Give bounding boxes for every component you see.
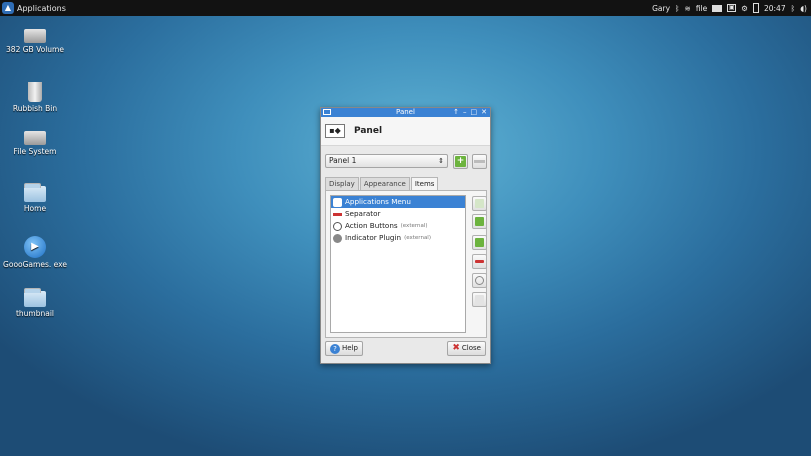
minus-icon (474, 160, 485, 163)
add-item-button[interactable] (472, 235, 487, 250)
wifi-icon[interactable]: ≋ (685, 4, 691, 13)
media-play-icon: ▶ (24, 236, 46, 258)
drive-icon (24, 131, 46, 145)
desktop-icon-label: Rubbish Bin (12, 104, 58, 113)
list-item[interactable]: Applications Menu (331, 196, 465, 208)
desktop-background: ▲ Applications Gary ᛒ ≋ file ▣ ⚙ 20:47 ᛒ… (0, 0, 811, 456)
add-panel-button[interactable]: + (453, 154, 468, 169)
panel-select[interactable]: Panel 1 ⇕ (325, 154, 448, 168)
desktop-icon-label: GoooGames. exe (3, 260, 67, 269)
wifi-label[interactable]: file (696, 4, 707, 13)
indicator-icon (333, 233, 342, 243)
dialog-footer: ? Help ✖ Close (321, 335, 490, 363)
list-item[interactable]: Separator (331, 208, 465, 220)
desktop-icon-rubbish-bin[interactable]: Rubbish Bin (3, 82, 67, 113)
panel-icon: ▪◆ (325, 124, 345, 138)
separator-icon (333, 212, 342, 216)
help-icon: ? (330, 343, 340, 354)
plus-icon: + (455, 156, 466, 167)
clock[interactable]: 20:47 (764, 4, 786, 13)
plus-icon (475, 238, 484, 247)
volume-icon[interactable]: ◖) (800, 4, 807, 13)
window-title: Panel (396, 108, 415, 116)
tab-items[interactable]: Items (410, 177, 439, 191)
folder-icon (24, 288, 46, 307)
info-icon (475, 295, 484, 304)
desktop-icon-label: File System (13, 147, 57, 156)
battery-icon[interactable] (752, 3, 759, 13)
dialog-header-title: Panel (354, 126, 383, 136)
settings-icon[interactable]: ⚙ (741, 4, 748, 13)
minimize-button[interactable]: – (463, 108, 467, 117)
items-list[interactable]: Applications Menu Separator Action Butto… (330, 195, 466, 333)
help-button[interactable]: ? Help (325, 341, 363, 356)
arrow-down-icon (475, 217, 484, 226)
top-panel: ▲ Applications Gary ᛒ ≋ file ▣ ⚙ 20:47 ᛒ… (0, 0, 811, 16)
maximize-button[interactable]: □ (471, 108, 478, 117)
dialog-header: ▪◆ Panel (321, 117, 490, 146)
applications-menu-label: Applications (17, 3, 66, 13)
desktop-icon-volume[interactable]: 382 GB Volume (3, 29, 67, 54)
desktop-icon-label: Home (23, 204, 47, 213)
power-icon (333, 221, 342, 231)
desktop-icon-home[interactable]: Home (3, 183, 67, 213)
desktop-icon-file-system[interactable]: File System (3, 131, 67, 156)
bluetooth-icon[interactable]: ᛒ (675, 4, 680, 13)
list-item[interactable]: Action Buttons (external) (331, 220, 465, 232)
item-properties-button[interactable] (472, 273, 487, 288)
minus-icon (475, 260, 484, 263)
close-icon: ✖ (452, 343, 460, 353)
desktop-icon-label: thumbnail (15, 309, 55, 318)
trash-icon (28, 82, 42, 102)
title-bar[interactable]: Panel ↑ – □ ✕ (321, 108, 490, 117)
home-folder-icon (24, 183, 46, 202)
bluetooth-icon[interactable]: ᛒ (791, 4, 796, 13)
mail-icon[interactable] (712, 4, 723, 12)
remove-item-button[interactable] (472, 254, 487, 269)
desktop-icon-thumbnail[interactable]: thumbnail (3, 288, 67, 318)
desktop-icon-label: 382 GB Volume (6, 45, 64, 54)
applications-menu-button[interactable]: ▲ Applications (2, 1, 66, 15)
applications-menu-icon (333, 197, 342, 207)
tab-appearance[interactable]: Appearance (359, 177, 410, 190)
move-down-button[interactable] (472, 214, 487, 229)
items-tab-panel: Applications Menu Separator Action Butto… (325, 190, 487, 338)
system-tray: Gary ᛒ ≋ file ▣ ⚙ 20:47 ᛒ ◖) (652, 0, 807, 16)
tab-bar: Display Appearance Items (325, 177, 439, 191)
panel-select-value: Panel 1 (329, 156, 357, 165)
pin-icon[interactable]: ↑ (453, 108, 459, 117)
panel-preferences-dialog: Panel ↑ – □ ✕ ▪◆ Panel Panel 1 ⇕ + Displ… (320, 107, 491, 364)
close-button[interactable]: ✖ Close (447, 341, 486, 356)
window-icon (323, 109, 331, 115)
desktop-icon-gooogames[interactable]: ▶ GoooGames. exe (3, 236, 67, 269)
drive-icon (24, 29, 46, 43)
item-about-button[interactable] (472, 292, 487, 307)
move-up-button[interactable] (472, 196, 487, 211)
tab-display[interactable]: Display (325, 177, 359, 190)
close-window-button[interactable]: ✕ (481, 108, 487, 117)
updown-arrow-icon: ⇕ (438, 157, 444, 165)
keyboard-icon[interactable]: ▣ (727, 4, 737, 12)
xfce-logo-icon: ▲ (2, 2, 14, 14)
gear-icon (475, 276, 484, 285)
user-name[interactable]: Gary (652, 4, 670, 13)
remove-panel-button[interactable] (472, 154, 487, 169)
list-item[interactable]: Indicator Plugin (external) (331, 232, 465, 244)
arrow-up-icon (475, 199, 484, 208)
